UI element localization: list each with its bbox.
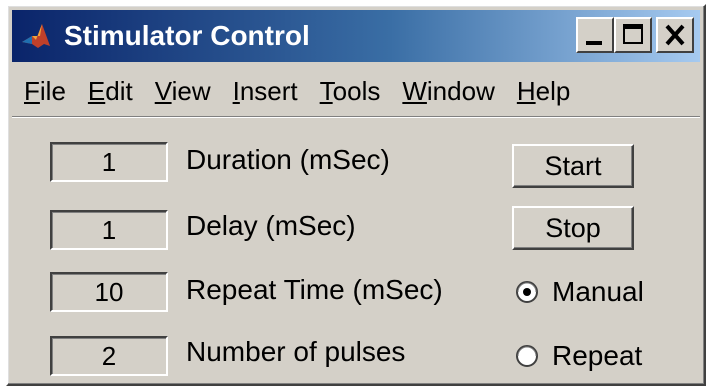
close-icon bbox=[665, 24, 685, 46]
menu-file[interactable]: File bbox=[12, 76, 76, 107]
window-title: Stimulator Control bbox=[64, 20, 310, 51]
menu-help-mnemonic: H bbox=[516, 75, 536, 106]
window-controls bbox=[576, 17, 694, 53]
menu-view[interactable]: View bbox=[143, 76, 221, 107]
menu-tools-label: ools bbox=[332, 75, 381, 106]
menu-edit[interactable]: Edit bbox=[76, 76, 143, 107]
menu-file-label: ile bbox=[39, 75, 66, 106]
menu-tools[interactable]: Tools bbox=[308, 76, 391, 107]
maximize-button[interactable] bbox=[614, 17, 652, 53]
radio-unselected-icon bbox=[516, 345, 538, 367]
menu-window-mnemonic: W bbox=[402, 75, 427, 106]
menu-insert[interactable]: Insert bbox=[221, 76, 308, 107]
minimize-icon bbox=[586, 41, 602, 45]
repeat-radio[interactable]: Repeat bbox=[516, 340, 642, 372]
menu-bar: File Edit View Insert Tools Window Help bbox=[12, 66, 700, 117]
stop-button[interactable]: Stop bbox=[512, 206, 634, 250]
repeat-radio-label: Repeat bbox=[552, 340, 643, 371]
manual-radio-label: Manual bbox=[552, 276, 644, 307]
duration-input[interactable]: 1 bbox=[50, 142, 168, 182]
duration-label: Duration (mSec) bbox=[186, 144, 390, 175]
menu-tools-mnemonic: T bbox=[319, 75, 333, 106]
maximize-icon bbox=[623, 24, 643, 44]
menu-window[interactable]: Window bbox=[390, 76, 504, 107]
minimize-button[interactable] bbox=[576, 17, 614, 53]
menu-file-mnemonic: F bbox=[24, 75, 40, 106]
start-button[interactable]: Start bbox=[512, 144, 634, 188]
repeat-time-label: Repeat Time (mSec) bbox=[186, 274, 443, 305]
stimulator-control-window: Stimulator Control File Edit View Insert… bbox=[6, 4, 706, 386]
close-button[interactable] bbox=[656, 17, 694, 53]
menu-insert-mnemonic: I bbox=[232, 75, 240, 106]
radio-selected-icon bbox=[516, 281, 538, 303]
menu-window-label: indow bbox=[426, 75, 495, 106]
menu-help-label: elp bbox=[535, 75, 571, 106]
pulses-input[interactable]: 2 bbox=[50, 336, 168, 376]
menu-edit-mnemonic: E bbox=[87, 75, 106, 106]
delay-label: Delay (mSec) bbox=[186, 210, 356, 241]
pulses-label: Number of pulses bbox=[186, 336, 406, 367]
menu-help[interactable]: Help bbox=[505, 76, 580, 107]
delay-input[interactable]: 1 bbox=[50, 210, 168, 250]
menu-edit-label: dit bbox=[105, 75, 133, 106]
manual-radio[interactable]: Manual bbox=[516, 276, 644, 308]
menu-view-mnemonic: V bbox=[154, 75, 172, 106]
repeat-time-input[interactable]: 10 bbox=[50, 272, 168, 312]
menu-insert-label: nsert bbox=[239, 75, 298, 106]
menu-view-label: iew bbox=[171, 75, 211, 106]
matlab-icon bbox=[22, 24, 50, 48]
title-bar[interactable]: Stimulator Control bbox=[12, 10, 700, 62]
